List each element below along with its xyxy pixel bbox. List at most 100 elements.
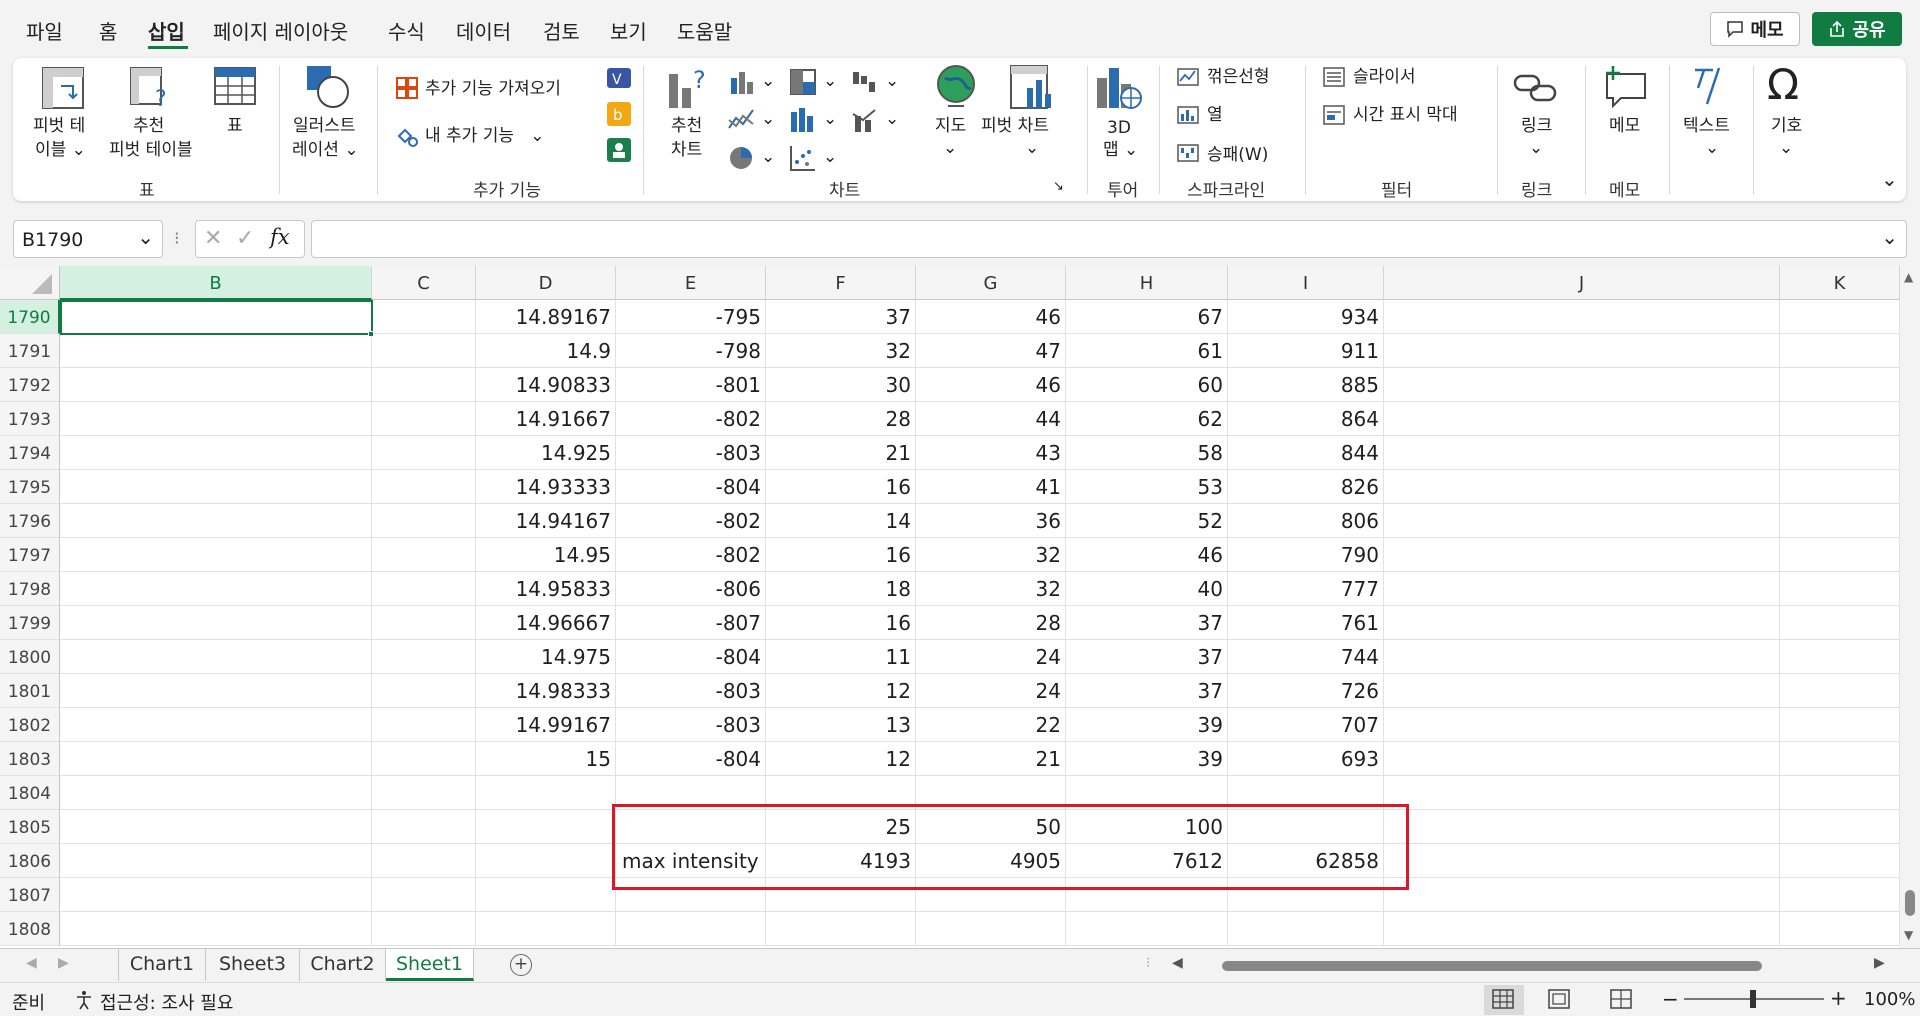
cell-E[interactable]: -798: [616, 334, 766, 368]
cell-B[interactable]: [60, 368, 372, 402]
cell-J[interactable]: [1384, 300, 1780, 334]
row-header[interactable]: 1799: [0, 606, 60, 640]
cell-I[interactable]: 761: [1228, 606, 1384, 640]
cell-E[interactable]: -803: [616, 436, 766, 470]
cell-B[interactable]: [60, 436, 372, 470]
cell-B[interactable]: [60, 640, 372, 674]
cell-I[interactable]: 864: [1228, 402, 1384, 436]
cell-J[interactable]: [1384, 334, 1780, 368]
cell-I[interactable]: 806: [1228, 504, 1384, 538]
cell-H[interactable]: 39: [1066, 742, 1228, 776]
cell-E[interactable]: -806: [616, 572, 766, 606]
row-header[interactable]: 1801: [0, 674, 60, 708]
cell-F[interactable]: 18: [766, 572, 916, 606]
cell-K[interactable]: [1780, 470, 1900, 504]
cell-I[interactable]: 844: [1228, 436, 1384, 470]
cell-H[interactable]: 61: [1066, 334, 1228, 368]
chevron-down-icon[interactable]: ⌄: [823, 146, 837, 168]
cell-G[interactable]: 32: [916, 572, 1066, 606]
add-sheet-icon[interactable]: +: [510, 954, 532, 976]
cell-J[interactable]: [1384, 776, 1780, 810]
cell-K[interactable]: [1780, 674, 1900, 708]
zoom-level[interactable]: 100%: [1864, 989, 1915, 1010]
cell-D[interactable]: 15: [476, 742, 616, 776]
combo-chart-icon[interactable]: [851, 106, 879, 134]
chevron-down-icon[interactable]: ⌄: [1025, 137, 1039, 159]
column-header-D[interactable]: D: [476, 266, 616, 300]
cell-B[interactable]: [60, 606, 372, 640]
3d-map-icon[interactable]: [1093, 64, 1143, 112]
cell-I[interactable]: 934: [1228, 300, 1384, 334]
cell-B[interactable]: [60, 674, 372, 708]
cell-C[interactable]: [372, 436, 476, 470]
cell-J[interactable]: [1384, 368, 1780, 402]
cell-E[interactable]: -807: [616, 606, 766, 640]
sparkline-line-button[interactable]: 꺾은선형: [1207, 66, 1270, 88]
timeline-button[interactable]: 시간 표시 막대: [1353, 104, 1458, 126]
line-chart-icon[interactable]: [727, 106, 755, 134]
chevron-down-icon[interactable]: ⌄: [885, 108, 899, 130]
cell-D[interactable]: 14.90833: [476, 368, 616, 402]
cell-K[interactable]: [1780, 606, 1900, 640]
cell-J[interactable]: [1384, 402, 1780, 436]
zoom-out-icon[interactable]: −: [1662, 987, 1679, 1011]
cell-K[interactable]: [1780, 334, 1900, 368]
cell-I[interactable]: 707: [1228, 708, 1384, 742]
chevron-down-icon[interactable]: ⌄: [761, 108, 775, 130]
row-header[interactable]: 1790: [0, 300, 60, 334]
cell-B[interactable]: [60, 776, 372, 810]
chevron-down-icon[interactable]: ⌄: [761, 70, 775, 92]
cell-F[interactable]: 16: [766, 606, 916, 640]
page-break-icon[interactable]: [1610, 989, 1632, 1009]
sheet-tab-chart2[interactable]: Chart2: [300, 949, 386, 981]
column-header-E[interactable]: E: [616, 266, 766, 300]
menu-home[interactable]: 홈: [99, 16, 117, 45]
sheet-tab-sheet3[interactable]: Sheet3: [206, 949, 300, 981]
cell-J[interactable]: [1384, 606, 1780, 640]
bing-maps-icon[interactable]: b: [607, 102, 631, 126]
row-header[interactable]: 1797: [0, 538, 60, 572]
cell-C[interactable]: [372, 810, 476, 844]
row-header[interactable]: 1806: [0, 844, 60, 878]
cell-B[interactable]: [60, 402, 372, 436]
ribbon-collapse-icon[interactable]: ⌄: [1881, 168, 1898, 190]
row-header[interactable]: 1794: [0, 436, 60, 470]
cell-H[interactable]: 46: [1066, 538, 1228, 572]
chevron-down-icon[interactable]: ⌄: [885, 70, 899, 92]
cell-G[interactable]: 46: [916, 368, 1066, 402]
cell-K[interactable]: [1780, 504, 1900, 538]
vertical-scrollbar[interactable]: ▲ ▼: [1900, 266, 1920, 948]
cell-K[interactable]: [1780, 538, 1900, 572]
cell-E[interactable]: -795: [616, 300, 766, 334]
cell-F[interactable]: 12: [766, 674, 916, 708]
cell-K[interactable]: [1780, 878, 1900, 912]
cell-C[interactable]: [372, 674, 476, 708]
scroll-down-icon[interactable]: ▼: [1904, 928, 1913, 942]
row-header[interactable]: 1803: [0, 742, 60, 776]
cell-F[interactable]: 30: [766, 368, 916, 402]
cell-J[interactable]: [1384, 504, 1780, 538]
cell-C[interactable]: [372, 878, 476, 912]
cell-J[interactable]: [1384, 640, 1780, 674]
cell-G[interactable]: 24: [916, 640, 1066, 674]
cell-F[interactable]: 12: [766, 742, 916, 776]
enter-icon[interactable]: ✓: [236, 226, 254, 251]
column-header-C[interactable]: C: [372, 266, 476, 300]
cell-F[interactable]: 21: [766, 436, 916, 470]
cell-D[interactable]: [476, 810, 616, 844]
cell-D[interactable]: [476, 912, 616, 946]
cell-D[interactable]: 14.975: [476, 640, 616, 674]
column-header-G[interactable]: G: [916, 266, 1066, 300]
cell-E[interactable]: -804: [616, 640, 766, 674]
cell-F[interactable]: 37: [766, 300, 916, 334]
cell-F[interactable]: 16: [766, 538, 916, 572]
chevron-down-icon[interactable]: ⌄: [1529, 137, 1543, 159]
cell-C[interactable]: [372, 912, 476, 946]
cell-K[interactable]: [1780, 742, 1900, 776]
row-header[interactable]: 1793: [0, 402, 60, 436]
chart-dialog-launcher-icon[interactable]: ↘: [1053, 176, 1064, 198]
share-button[interactable]: 공유: [1812, 12, 1902, 46]
cell-K[interactable]: [1780, 640, 1900, 674]
cell-E[interactable]: -803: [616, 708, 766, 742]
cell-E[interactable]: [616, 912, 766, 946]
